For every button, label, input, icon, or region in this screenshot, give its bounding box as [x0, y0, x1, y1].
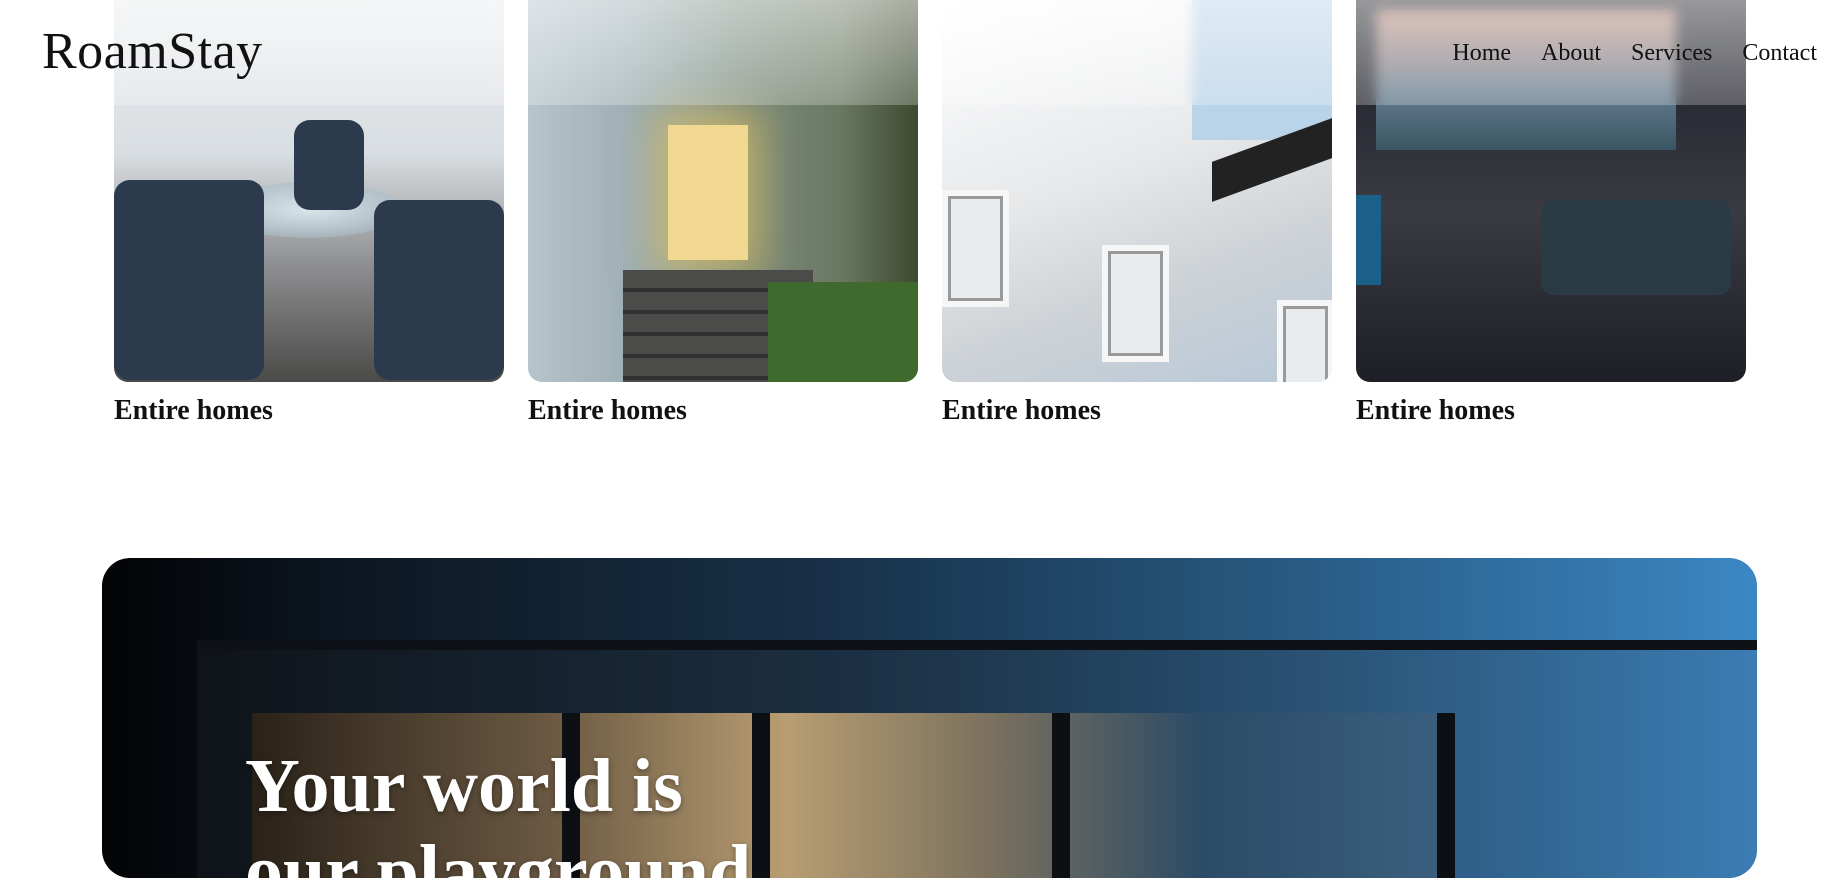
card-title: Entire homes	[942, 395, 1101, 426]
main-nav: Home About Services Contact	[1452, 40, 1817, 67]
logo[interactable]: RoamStay	[42, 26, 263, 78]
nav-services-link[interactable]: Services	[1631, 40, 1712, 67]
card-title: Entire homes	[114, 395, 273, 426]
card-title: Entire homes	[1356, 395, 1515, 426]
nav-contact-link[interactable]: Contact	[1742, 40, 1817, 67]
card-title: Entire homes	[528, 395, 687, 426]
hero-title-line-1: Your world is	[245, 744, 683, 828]
hero-title: Your world is our playground	[245, 743, 751, 878]
hero-banner: Your world is our playground	[102, 558, 1757, 878]
hero-title-line-2: our playground	[245, 830, 752, 878]
site-header: RoamStay Home About Services Contact	[0, 0, 1839, 105]
nav-about-link[interactable]: About	[1541, 40, 1601, 67]
nav-home-link[interactable]: Home	[1452, 40, 1511, 67]
